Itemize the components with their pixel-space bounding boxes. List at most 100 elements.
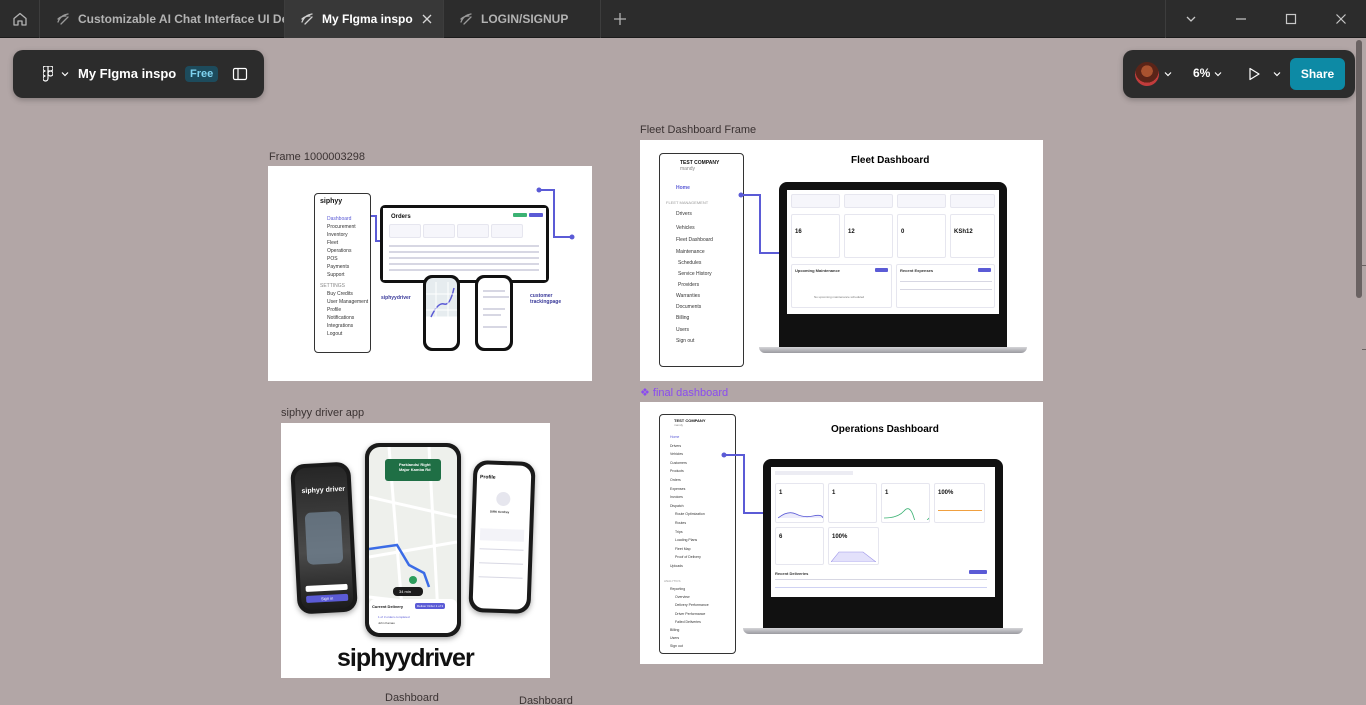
- tabs-overflow-button[interactable]: [1166, 0, 1216, 38]
- splash-brand: siphyy driver: [301, 485, 346, 496]
- stat-value: 0: [901, 229, 905, 235]
- frame-label[interactable]: Dashboard: [385, 692, 439, 704]
- eta-time: 34 min: [399, 589, 412, 594]
- minimize-button[interactable]: [1216, 0, 1266, 38]
- main-menu-button[interactable]: [31, 58, 75, 90]
- maintenance-panel: Upcoming Maintenance No upcoming mainten…: [791, 264, 892, 308]
- operations-screen: 1 1 1 100% 6 100% Recent Deliveries: [771, 467, 995, 597]
- screen-title: Orders: [391, 214, 411, 220]
- caption: siphyydriver: [381, 295, 411, 301]
- chevron-down-icon: [61, 72, 69, 77]
- add-button: [875, 268, 888, 272]
- section-title: Recent Deliveries: [775, 571, 809, 576]
- view-all-button: [969, 570, 987, 574]
- stat-header: [844, 194, 893, 208]
- table-row: [775, 587, 987, 588]
- chevron-down-icon[interactable]: [1164, 70, 1172, 78]
- laptop-base: [743, 628, 1023, 634]
- text-line: [483, 296, 509, 298]
- maximize-button[interactable]: [1266, 0, 1316, 38]
- frame-label[interactable]: Frame 1000003298: [269, 151, 365, 163]
- list-row: [479, 548, 524, 551]
- sparkline: [778, 512, 823, 519]
- frame-label[interactable]: siphyy driver app: [281, 407, 364, 419]
- profile-phone-mockup: Profile DIRK Kenfrey: [468, 459, 536, 615]
- toggle-sidebar-icon[interactable]: [232, 66, 248, 82]
- tracking-screen: [478, 278, 510, 348]
- stat-card: 100%: [934, 483, 985, 523]
- laptop-mockup: 1 1 1 100% 6 100% Recent Deliveries: [763, 459, 1003, 631]
- stat-value: 100%: [938, 490, 954, 496]
- table-row: [389, 269, 539, 271]
- tab-customizable-ai-chat[interactable]: Customizable AI Chat Interface UI De: [41, 0, 285, 38]
- text-line: [483, 290, 505, 292]
- final-dashboard-frame[interactable]: TEST COMPANY mandy Home Drivers Vehicles Cu…: [640, 402, 1043, 664]
- table-row: [900, 289, 992, 290]
- chevron-down-icon[interactable]: [1214, 70, 1222, 78]
- stat-card: [491, 224, 523, 238]
- section-title: Upcoming Maintenance: [795, 268, 840, 273]
- driver-app-frame[interactable]: siphyy driver Sign in Parklands/ Right M…: [281, 423, 550, 678]
- stat-value: 12: [848, 229, 855, 235]
- stat-card: 12: [844, 214, 893, 258]
- laptop-base: [759, 347, 1027, 353]
- text-line: [483, 308, 505, 310]
- stat-card: 6: [775, 527, 824, 565]
- frame-1000003298[interactable]: siphyy Dashboard Procurement Inventory F…: [268, 166, 592, 381]
- zoom-level[interactable]: 6%: [1193, 66, 1210, 80]
- component-label[interactable]: ❖ final dashboard: [640, 386, 728, 399]
- vertical-scrollbar[interactable]: [1356, 40, 1362, 298]
- chevron-down-icon[interactable]: [1273, 70, 1281, 78]
- text-line: [483, 314, 501, 316]
- draft-file-icon: [460, 13, 472, 25]
- frame-label[interactable]: Fleet Dashboard Frame: [640, 124, 756, 136]
- delivery-sheet: Current Delivery Deliver Order 1 of 3 1 …: [369, 599, 457, 633]
- share-button[interactable]: Share: [1290, 58, 1345, 90]
- list-row: [479, 562, 524, 565]
- file-panel: My FIgma inspo Free: [13, 50, 264, 98]
- splash-screen: siphyy driver Sign in: [294, 465, 354, 611]
- driver-phone-mockup: [423, 275, 460, 351]
- close-tab-icon[interactable]: [420, 12, 434, 26]
- chevron-down-icon: [1186, 16, 1196, 22]
- component-icon: ❖: [640, 387, 653, 399]
- stat-header: [897, 194, 946, 208]
- stat-header: [791, 194, 840, 208]
- stat-value: KSh12: [954, 229, 973, 235]
- fleet-screen: 16 12 0 KSh12 Upcoming Maintenance No up…: [787, 190, 999, 314]
- tab-login-signup[interactable]: LOGIN/SIGNUP: [444, 0, 601, 38]
- profile-avatar: [496, 491, 511, 507]
- present-play-icon[interactable]: [1246, 66, 1262, 82]
- tab-my-figma-inspo[interactable]: My FIgma inspo: [285, 0, 444, 38]
- frame-label[interactable]: Dashboard: [519, 695, 573, 705]
- home-button[interactable]: [0, 0, 40, 38]
- list-row: [478, 576, 523, 579]
- scroll-marker: [1362, 265, 1366, 266]
- desktop-mockup: Orders: [380, 205, 549, 283]
- deliver-button: Deliver Order 1 of 3: [415, 603, 446, 609]
- draft-file-icon: [301, 13, 313, 25]
- map-screen: [426, 278, 457, 348]
- fleet-dashboard-frame[interactable]: TEST COMPANY mandy Home FLEET MANAGEMENT…: [640, 140, 1043, 381]
- table-row: [775, 579, 987, 580]
- profile-title: Profile: [479, 474, 496, 481]
- area-chart: [831, 551, 876, 562]
- stat-value: 1: [885, 490, 889, 496]
- caption: customer trackingpage: [530, 293, 562, 305]
- close-window-button[interactable]: [1316, 0, 1366, 38]
- maximize-icon: [1285, 13, 1297, 25]
- stat-card: [457, 224, 489, 238]
- table-row: [389, 245, 539, 247]
- stat-card: 1: [881, 483, 930, 523]
- new-tab-button[interactable]: [604, 0, 636, 38]
- expenses-panel: Recent Expenses: [896, 264, 995, 308]
- laptop-mockup: 16 12 0 KSh12 Upcoming Maintenance No up…: [779, 182, 1007, 350]
- title-bar: Customizable AI Chat Interface UI De My …: [0, 0, 1366, 38]
- avatar[interactable]: [1135, 62, 1159, 86]
- stat-value: 1: [832, 490, 836, 496]
- stat-value: 1: [779, 490, 783, 496]
- sheet-title: Current Delivery: [372, 604, 404, 609]
- figma-logo-icon: [43, 66, 53, 82]
- file-name[interactable]: My FIgma inspo: [78, 66, 176, 81]
- text-line: [483, 326, 507, 328]
